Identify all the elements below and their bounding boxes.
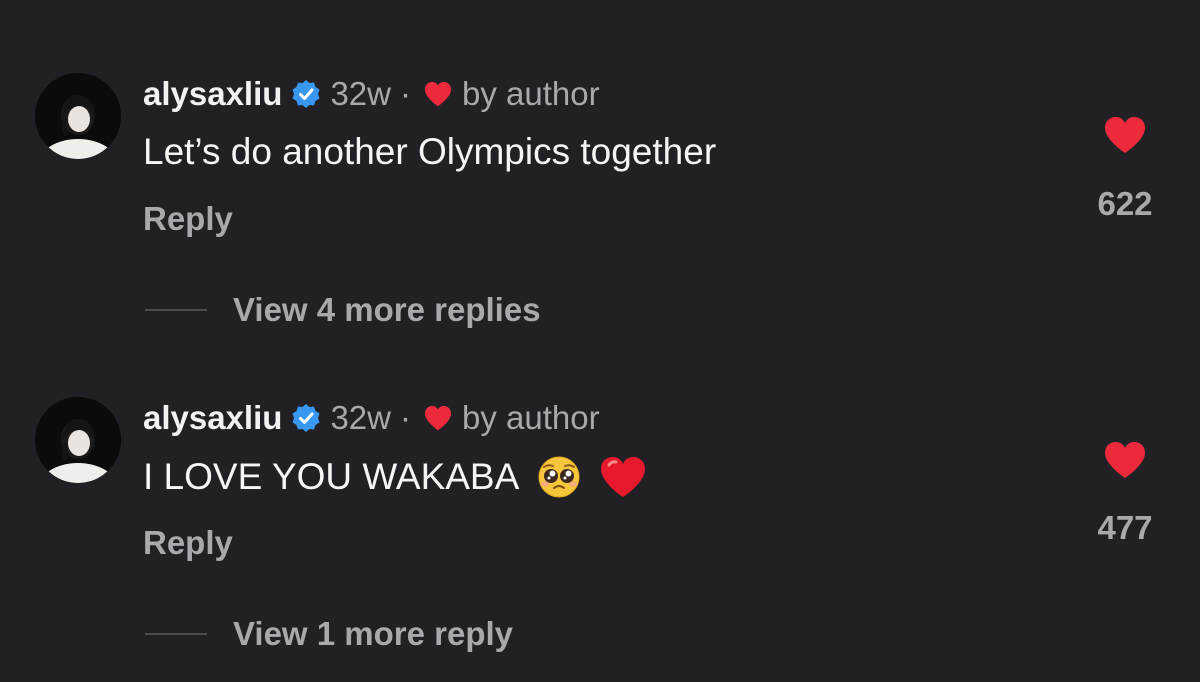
like-button[interactable] xyxy=(1090,115,1160,155)
like-count: 477 xyxy=(1097,509,1153,546)
author-liked-heart-icon xyxy=(424,81,452,107)
heart-icon[interactable] xyxy=(1103,115,1147,155)
avatar[interactable] xyxy=(35,397,121,483)
like-button[interactable] xyxy=(1090,440,1160,480)
view-replies[interactable]: View 4 more replies xyxy=(145,289,541,331)
like-count: 622 xyxy=(1097,185,1153,222)
view-replies-button[interactable]: View 4 more replies xyxy=(233,291,541,329)
liked-by-author-label: by author xyxy=(461,75,600,112)
username[interactable]: alysaxliu xyxy=(143,399,282,437)
comment-body: Let’s do another Olympics together xyxy=(143,131,717,172)
verified-badge-icon xyxy=(292,404,320,432)
replies-divider xyxy=(145,309,207,311)
author-liked-heart-icon xyxy=(424,405,452,431)
comment-body: I LOVE YOU WAKABA xyxy=(143,456,520,497)
avatar-photo-icon xyxy=(35,397,121,483)
comment-text: I LOVE YOU WAKABA xyxy=(143,452,647,502)
separator-dot: · xyxy=(399,75,411,112)
reply-button[interactable]: Reply xyxy=(143,200,233,238)
verified-badge-icon xyxy=(292,80,320,108)
reply-button[interactable]: Reply xyxy=(143,524,233,562)
replies-divider xyxy=(145,633,207,635)
separator-dot: · xyxy=(399,399,411,436)
timestamp: 32w xyxy=(330,75,391,112)
pleading-face-icon xyxy=(538,456,580,498)
heart-icon[interactable] xyxy=(1103,440,1147,480)
view-replies[interactable]: View 1 more reply xyxy=(145,613,513,655)
view-replies-button[interactable]: View 1 more reply xyxy=(233,615,513,653)
red-heart-icon xyxy=(601,457,646,497)
comment-header: alysaxliu 32w · by author xyxy=(143,72,600,116)
comment-header: alysaxliu 32w · by author xyxy=(143,396,600,440)
avatar-photo-icon xyxy=(35,73,121,159)
timestamp: 32w xyxy=(330,399,391,436)
avatar[interactable] xyxy=(35,73,121,159)
comment-text: Let’s do another Olympics together xyxy=(143,128,716,176)
liked-by-author-label: by author xyxy=(461,399,600,436)
username[interactable]: alysaxliu xyxy=(143,75,282,113)
